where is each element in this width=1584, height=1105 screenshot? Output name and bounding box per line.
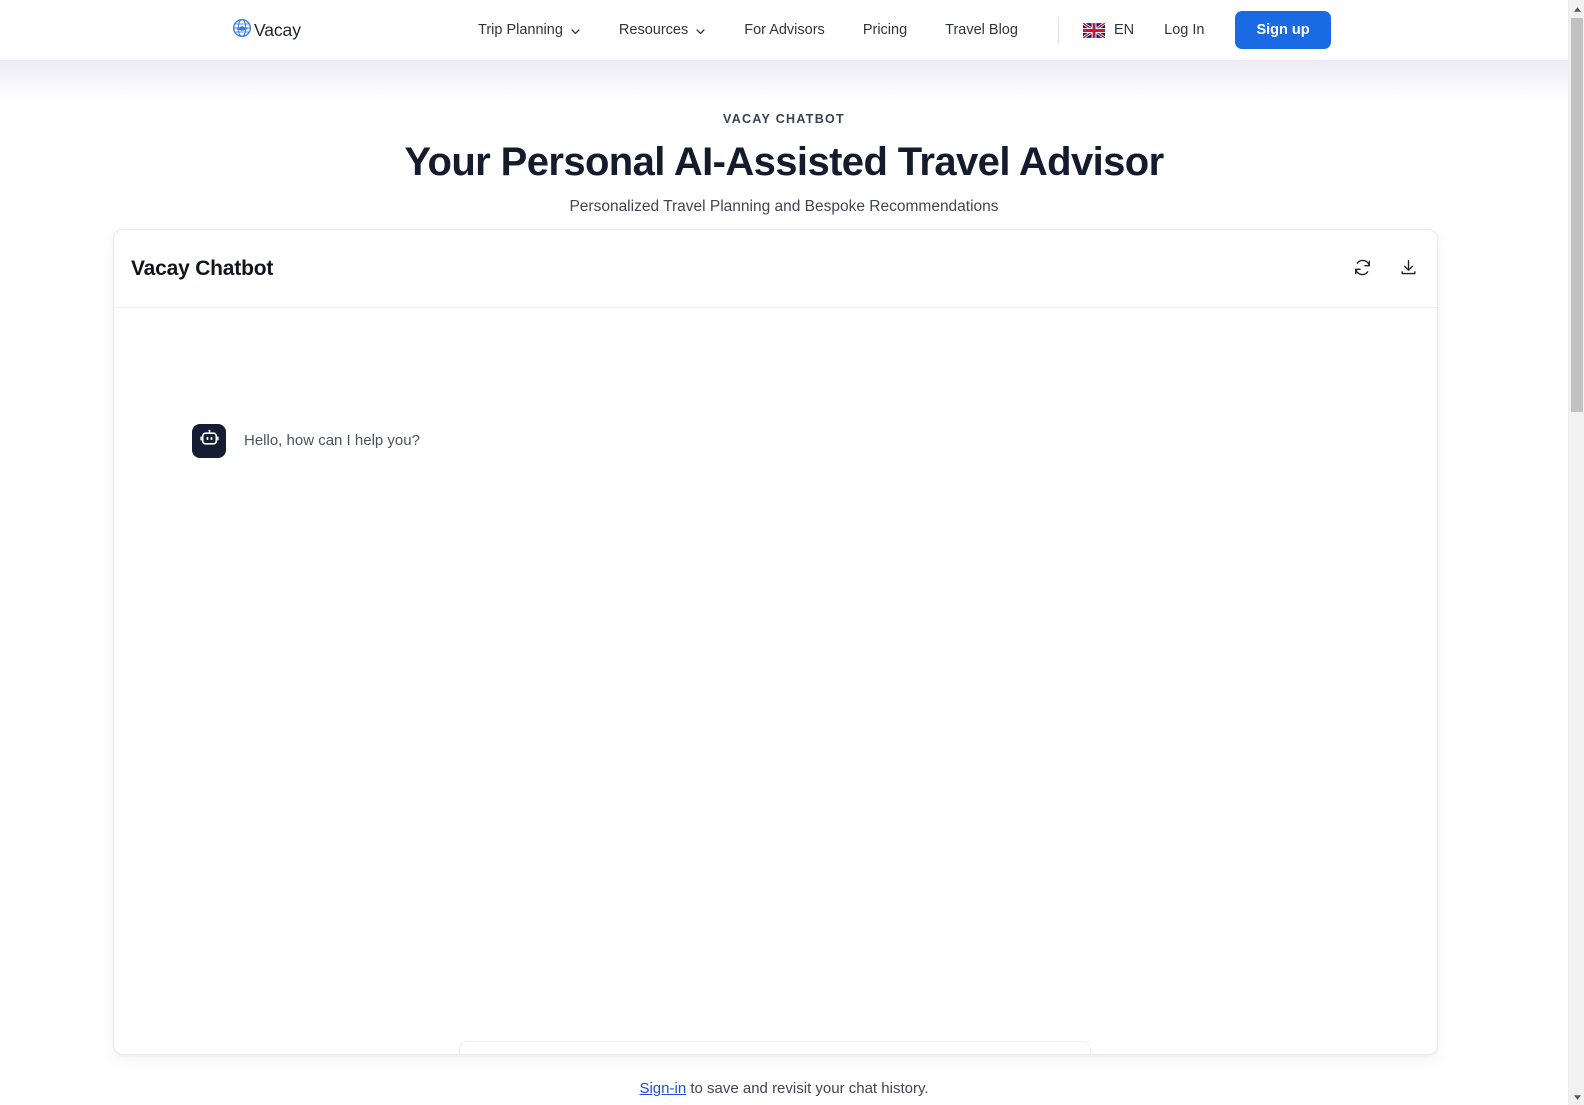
language-code: EN [1114, 22, 1135, 38]
hero-section: VACAY CHATBOT Your Personal AI-Assisted … [0, 60, 1568, 216]
language-selector[interactable]: EN [1082, 21, 1135, 39]
caret-down-icon [1573, 1088, 1582, 1105]
signup-button[interactable]: Sign up [1235, 11, 1331, 49]
hero-subtitle: Personalized Travel Planning and Bespoke… [569, 197, 999, 215]
chat-message: Hello, how can I help you? [192, 424, 420, 458]
uk-flag-icon [1082, 21, 1106, 39]
chatbot-card-actions [1350, 257, 1420, 281]
nav-item-pricing[interactable]: Pricing [844, 10, 926, 50]
chevron-down-icon [695, 25, 706, 36]
page-viewport: Vacay Trip Planning Resources For Adviso… [0, 0, 1568, 1105]
chevron-down-icon [570, 25, 581, 36]
chat-history-note: Sign-in to save and revisit your chat hi… [0, 1080, 1568, 1097]
message-composer [459, 1041, 1091, 1054]
nav-item-label: For Advisors [744, 22, 825, 38]
globe-icon [232, 18, 252, 43]
chat-message-text: Hello, how can I help you? [244, 432, 420, 449]
refresh-button[interactable] [1350, 257, 1374, 281]
robot-icon [199, 428, 220, 454]
nav-right-group: EN Log In Sign up [1058, 11, 1331, 49]
download-button[interactable] [1396, 257, 1420, 281]
scrollbar-thumb[interactable] [1571, 18, 1583, 412]
refresh-icon [1353, 258, 1372, 280]
brand-name: Vacay [254, 19, 301, 40]
sign-in-link[interactable]: Sign-in [639, 1080, 686, 1097]
browser-page: Vacay Trip Planning Resources For Adviso… [0, 0, 1584, 1105]
nav-item-resources[interactable]: Resources [600, 10, 725, 50]
browser-scrollbar[interactable] [1568, 0, 1584, 1105]
nav-links: Trip Planning Resources For Advisors Pri… [478, 10, 1037, 50]
scrollbar-down-button[interactable] [1569, 1088, 1584, 1105]
chatbot-title: Vacay Chatbot [131, 256, 274, 280]
chat-history-note-text: to save and revisit your chat history. [686, 1080, 929, 1097]
top-navigation-bar: Vacay Trip Planning Resources For Adviso… [0, 0, 1568, 60]
nav-item-label: Pricing [862, 22, 908, 38]
nav-item-label: Trip Planning [478, 22, 563, 38]
chatbot-message-area: Hello, how can I help you? [114, 308, 1437, 1054]
login-link[interactable]: Log In [1164, 22, 1204, 38]
nav-item-label: Resources [618, 22, 689, 38]
hero-eyebrow: VACAY CHATBOT [722, 112, 845, 126]
nav-item-label: Travel Blog [945, 22, 1018, 38]
nav-item-for-advisors[interactable]: For Advisors [725, 10, 844, 50]
page-title: Your Personal AI-Assisted Travel Advisor [404, 140, 1164, 184]
chatbot-card-header: Vacay Chatbot [114, 230, 1437, 308]
nav-item-trip-planning[interactable]: Trip Planning [478, 10, 600, 50]
nav-divider [1058, 17, 1059, 43]
brand-logo[interactable]: Vacay [232, 18, 301, 43]
chatbot-card: Vacay Chatbot Hello, how can I help you? [113, 229, 1438, 1055]
caret-up-icon [1573, 0, 1582, 18]
nav-item-travel-blog[interactable]: Travel Blog [926, 10, 1037, 50]
download-icon [1399, 258, 1418, 280]
avatar [192, 424, 226, 458]
scrollbar-up-button[interactable] [1569, 0, 1584, 17]
